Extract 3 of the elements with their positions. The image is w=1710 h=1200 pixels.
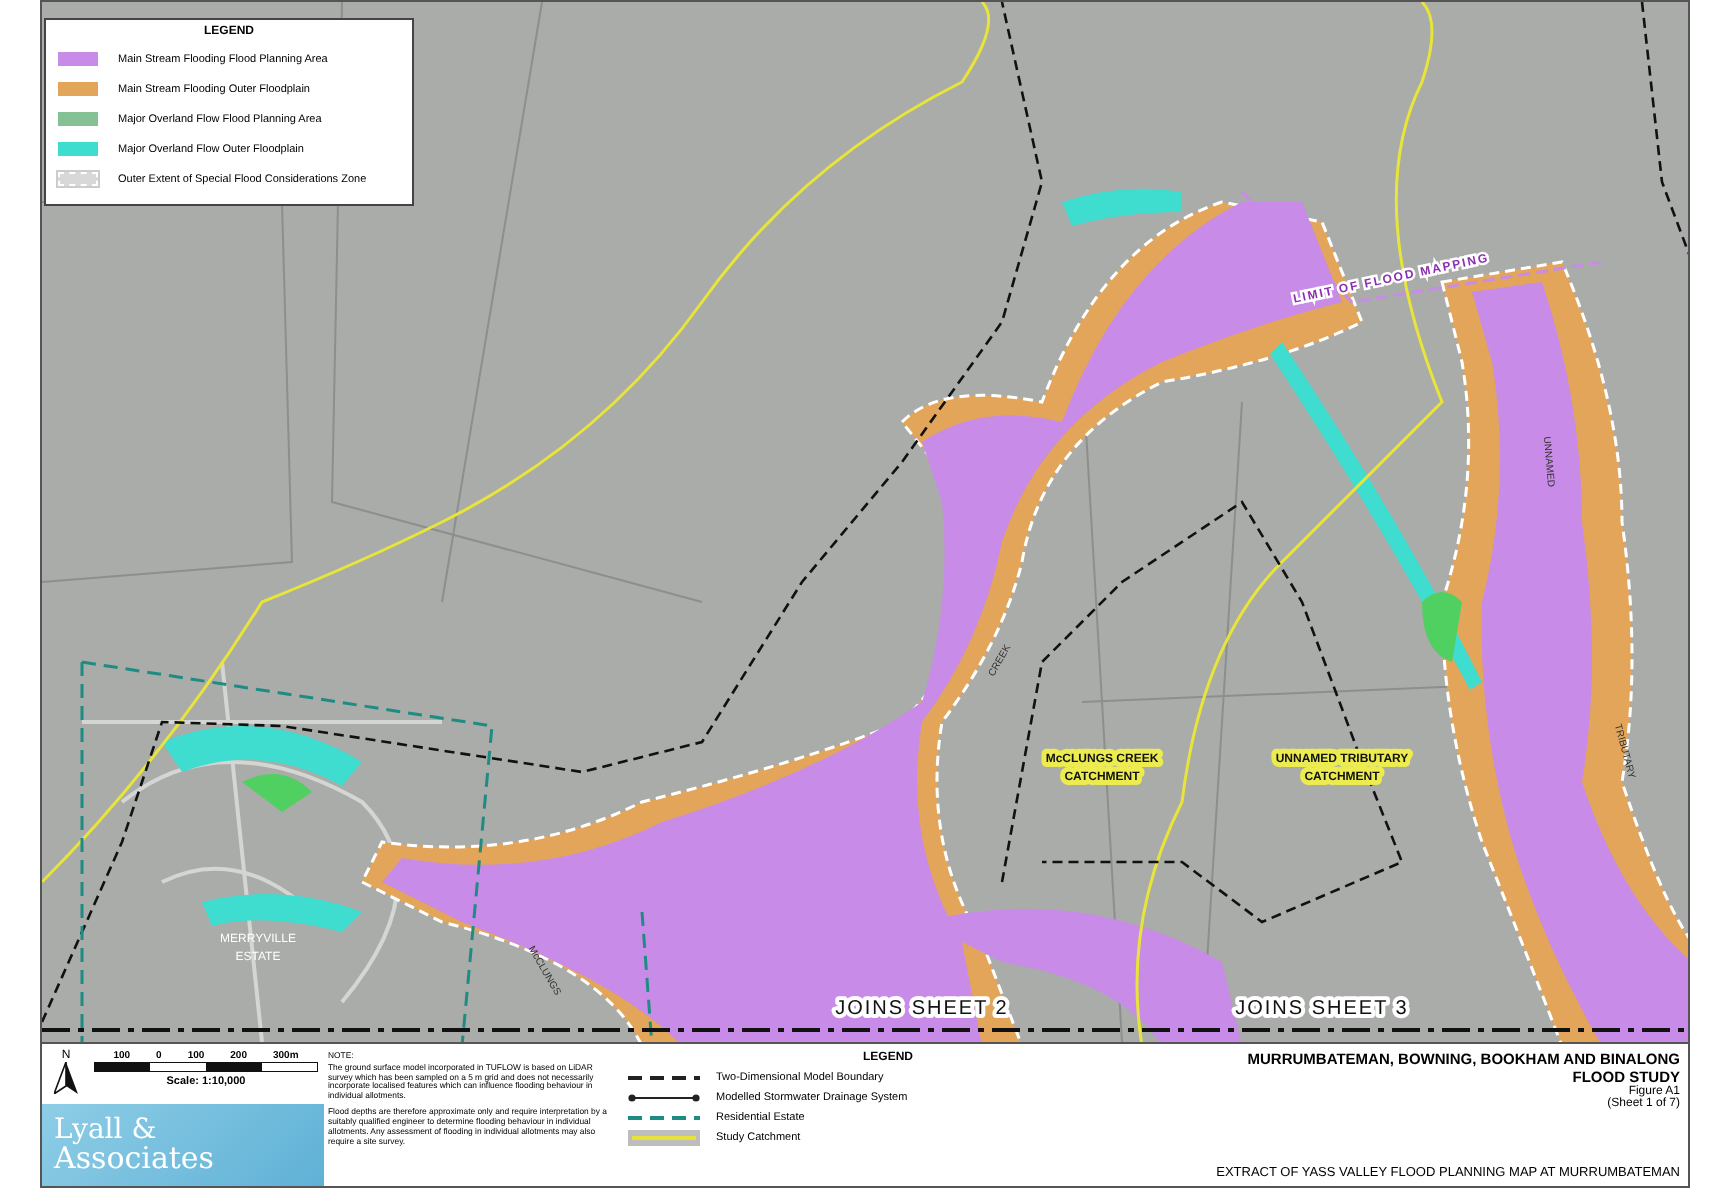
company-logo: Lyall & Associates <box>42 1104 324 1186</box>
scale-bar-icon <box>94 1062 318 1072</box>
sheet-join-label: JOINS SHEET 3 <box>1235 998 1409 1020</box>
